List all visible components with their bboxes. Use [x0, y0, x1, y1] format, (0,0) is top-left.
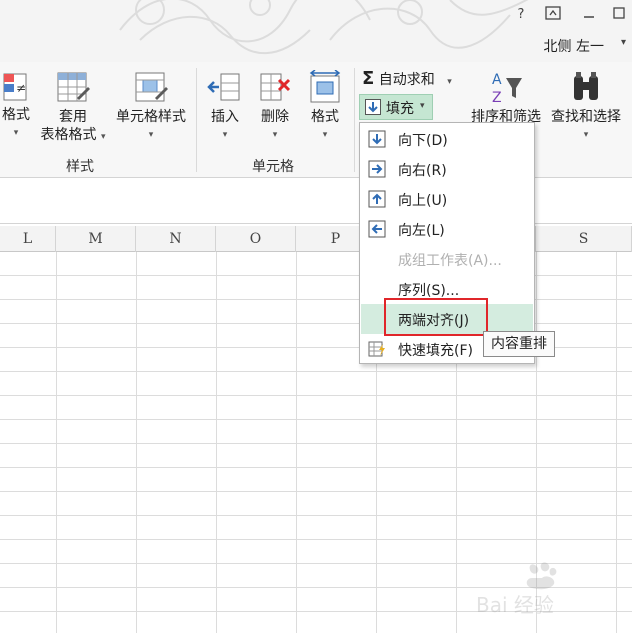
- delete-cells-icon: [260, 73, 291, 101]
- menu-item-fill-left[interactable]: 向左(L): [361, 214, 533, 244]
- minimize-icon[interactable]: [580, 6, 598, 24]
- format-label: 格式: [311, 109, 339, 125]
- fill-right-icon: [368, 160, 386, 178]
- restore-icon[interactable]: [610, 6, 628, 24]
- format-as-table-button[interactable]: 套用 表格格式 ▾: [38, 70, 108, 146]
- sort-filter-icon: A Z: [492, 72, 522, 106]
- menu-item-label: 向左(L): [398, 223, 445, 239]
- conditional-format-button[interactable]: ≠ 格式 ▾: [0, 70, 38, 142]
- insert-cells-icon: [207, 73, 240, 101]
- menu-item-label: 快速填充(F): [398, 343, 473, 359]
- insert-label: 插入: [211, 109, 239, 125]
- delete-cells-button[interactable]: 删除 ▾: [254, 70, 296, 144]
- svg-text:Z: Z: [492, 90, 502, 106]
- annotation-highlight-box: [384, 298, 488, 336]
- fill-down-icon: [368, 130, 386, 148]
- menu-item-across-worksheets: 成组工作表(A)...: [361, 244, 533, 274]
- column-header-o[interactable]: O: [216, 226, 296, 252]
- chevron-down-icon: ▾: [272, 130, 278, 140]
- format-cells-icon: [309, 70, 341, 103]
- fill-button[interactable]: 填充 ▾: [359, 94, 433, 120]
- title-bar: ? 北侧 左一 ▾: [0, 0, 632, 62]
- table-format-label-1: 套用: [59, 109, 87, 125]
- user-name[interactable]: 北侧 左一: [544, 36, 604, 56]
- menu-item-label: 向右(R): [398, 163, 447, 179]
- menu-item-label: 成组工作表(A)...: [398, 253, 502, 269]
- autosum-label: 自动求和: [378, 72, 435, 88]
- sigma-icon: Σ: [362, 68, 375, 89]
- format-cells-button[interactable]: 格式 ▾: [304, 70, 346, 144]
- svg-text:Bai 经验: Bai 经验: [476, 593, 554, 617]
- sort-filter-button[interactable]: A Z 排序和筛选: [466, 70, 546, 126]
- chevron-down-icon: ▾: [13, 128, 19, 138]
- find-select-label: 查找和选择: [551, 109, 621, 125]
- ribbon-display-options-icon[interactable]: [544, 6, 562, 24]
- insert-cells-button[interactable]: 插入 ▾: [204, 70, 246, 144]
- chevron-down-icon: ▾: [447, 77, 452, 87]
- help-button[interactable]: ?: [512, 6, 530, 24]
- chevron-down-icon: ▾: [420, 101, 425, 111]
- conditional-format-icon: ≠: [3, 73, 27, 101]
- cell-styles-label: 单元格样式: [116, 109, 186, 125]
- flash-fill-icon: [368, 341, 385, 357]
- group-separator: [354, 68, 355, 172]
- chevron-down-icon: ▾: [148, 130, 154, 140]
- fill-label: 填充: [386, 101, 414, 117]
- menu-item-fill-up[interactable]: 向上(U): [361, 184, 533, 214]
- cell-styles-button[interactable]: 单元格样式 ▾: [112, 70, 190, 144]
- fill-up-icon: [368, 190, 386, 208]
- group-separator: [196, 68, 197, 172]
- chevron-down-icon: ▾: [583, 130, 589, 140]
- menu-item-fill-down[interactable]: 向下(D): [361, 124, 533, 154]
- cell-styles-icon: [135, 72, 168, 102]
- fill-down-arrow-icon: [365, 99, 381, 115]
- menu-item-label: 向下(D): [398, 133, 448, 149]
- delete-label: 删除: [261, 109, 289, 125]
- table-format-icon: [57, 72, 90, 102]
- column-header-l[interactable]: L: [0, 226, 56, 252]
- svg-text:≠: ≠: [16, 81, 26, 95]
- baidu-jingyan-watermark: Bai 经验: [476, 562, 557, 617]
- autosum-button[interactable]: Σ 自动求和 ▾: [362, 68, 466, 89]
- cells-group-label: 单元格: [252, 159, 294, 175]
- justify-tooltip: 内容重排: [483, 331, 555, 357]
- binoculars-icon: [574, 72, 598, 100]
- column-headers: L M N O P Q R S: [0, 226, 632, 252]
- chevron-down-icon: ▾: [222, 130, 228, 140]
- ribbon-home: ≠ 格式 ▾ 套用 表格格式 ▾ 单元格样式 ▾ 样式 插入 ▾ 删除 ▾ 格式…: [0, 62, 632, 178]
- conditional-format-label: 格式: [2, 107, 30, 123]
- menu-item-label: 序列(S)...: [398, 283, 460, 299]
- table-format-label-2: 表格格式 ▾: [40, 127, 106, 143]
- column-header-s[interactable]: S: [536, 226, 632, 252]
- svg-text:A: A: [492, 72, 502, 88]
- column-header-n[interactable]: N: [136, 226, 216, 252]
- chevron-down-icon: ▾: [322, 130, 328, 140]
- menu-item-label: 向上(U): [398, 193, 448, 209]
- column-header-m[interactable]: M: [56, 226, 136, 252]
- formula-bar-area[interactable]: [0, 178, 632, 224]
- styles-group-label: 样式: [66, 159, 94, 175]
- background-swirl-decoration: [119, 0, 529, 55]
- user-menu-chevron-icon[interactable]: ▾: [621, 37, 626, 48]
- menu-item-fill-right[interactable]: 向右(R): [361, 154, 533, 184]
- find-select-button[interactable]: 查找和选择 ▾: [546, 70, 626, 144]
- fill-left-icon: [368, 220, 386, 238]
